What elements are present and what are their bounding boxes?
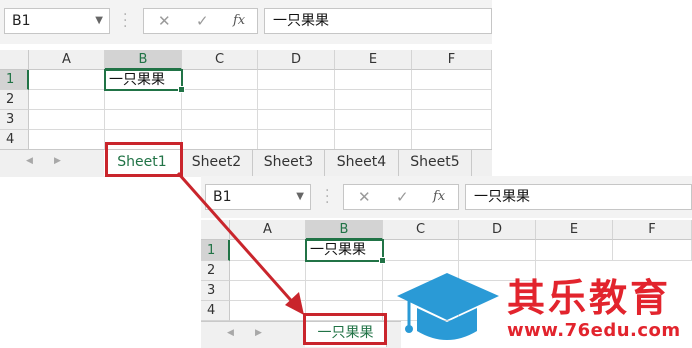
brand-logo: 其乐教育 www.76edu.com bbox=[395, 265, 692, 347]
logo-url: www.76edu.com bbox=[507, 320, 681, 341]
arrow-line bbox=[176, 172, 298, 307]
graduation-cap-icon bbox=[397, 273, 499, 340]
logo-title: 其乐教育 bbox=[507, 276, 672, 320]
